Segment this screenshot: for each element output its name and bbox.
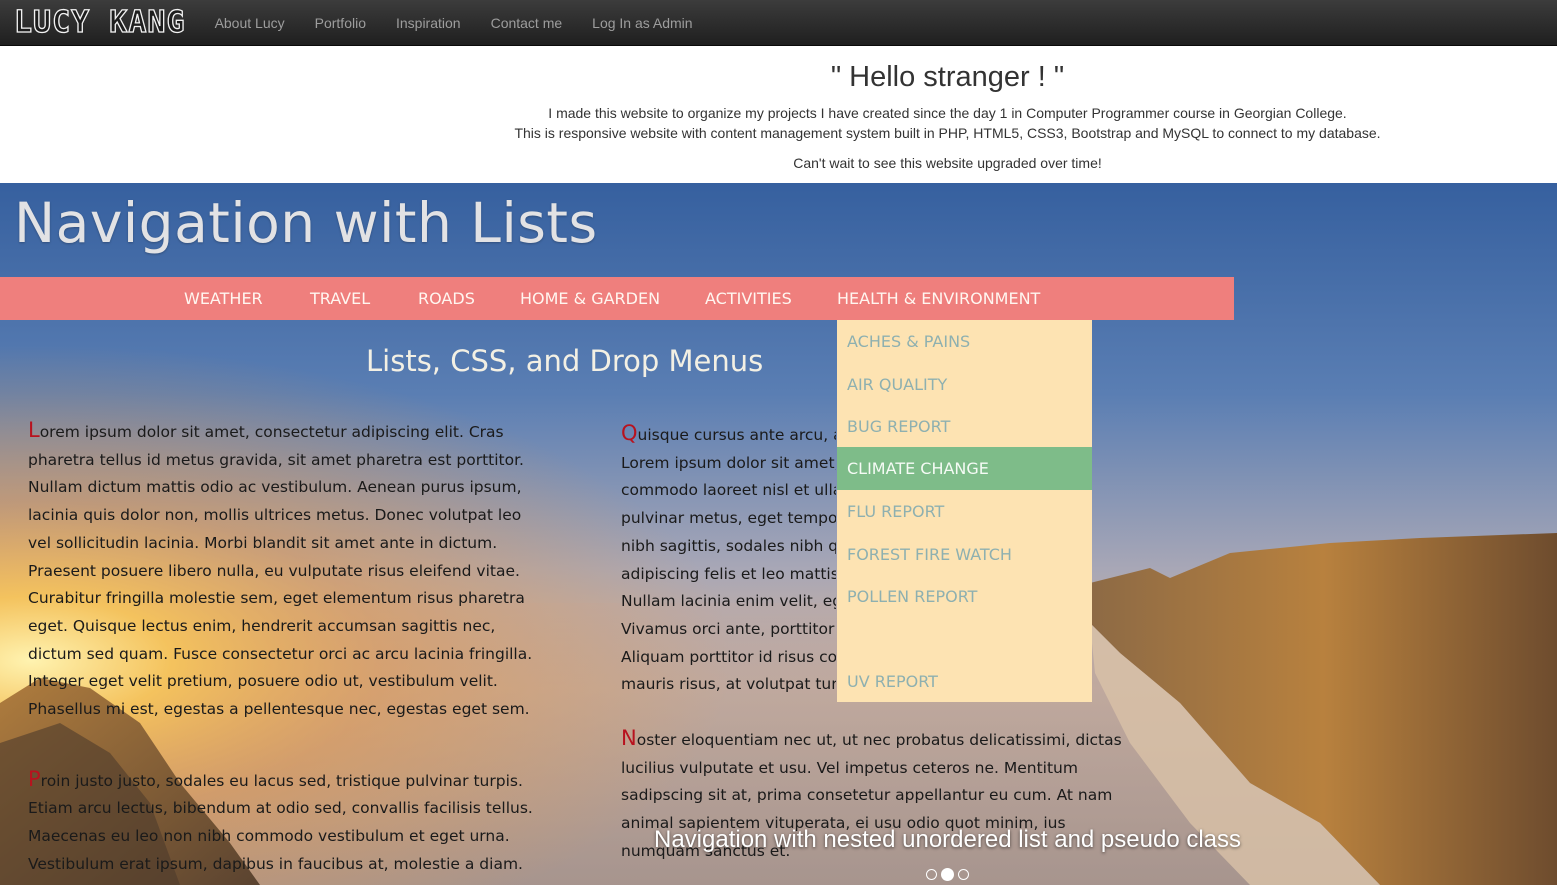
text-column-left: Lorem ipsum dolor sit amet, consectetur … — [28, 417, 533, 885]
nav-link-contact[interactable]: Contact me — [476, 0, 578, 46]
paragraph-proin: Proin justo justo, sodales eu lacus sed,… — [28, 766, 533, 879]
dropdown-item-pollen-report[interactable]: POLLEN REPORT — [837, 575, 1092, 618]
dropdown-item-aches-pains[interactable]: ACHES & PAINS — [837, 320, 1092, 363]
dropdown-item-uv-report[interactable]: UV REPORT — [837, 660, 1092, 703]
dropdown-item-climate-change[interactable]: CLIMATE CHANGE — [837, 447, 1092, 490]
menu-item-health-environment[interactable]: HEALTH & ENVIRONMENT — [837, 277, 1040, 320]
menu-item-roads[interactable]: ROADS — [418, 277, 475, 320]
carousel[interactable]: Navigation with Lists WEATHER TRAVEL ROA… — [0, 183, 1557, 885]
text-line: orem ipsum dolor sit amet, consectetur a… — [39, 423, 504, 441]
carousel-indicator-active[interactable] — [941, 868, 954, 881]
top-navbar: LUCY KANG About Lucy Portfolio Inspirati… — [0, 0, 1557, 46]
carousel-indicator[interactable] — [958, 869, 969, 880]
text-line: Nullam lacinia enim velit, ege — [621, 592, 836, 611]
intro-line-3: Can't wait to see this website upgraded … — [793, 155, 1102, 171]
drop-cap: P — [28, 766, 41, 791]
text-line: eget. Quisque lectus enim, hendrerit acc… — [28, 616, 496, 635]
nav-link-admin-login[interactable]: Log In as Admin — [577, 0, 707, 46]
paragraph-lorem: Lorem ipsum dolor sit amet, consectetur … — [28, 417, 533, 724]
intro-section: " Hello stranger ! " I made this website… — [340, 46, 1555, 173]
text-line: Lorem ipsum dolor sit amet, — [621, 453, 836, 472]
demo-menubar: WEATHER TRAVEL ROADS HOME & GARDEN ACTIV… — [0, 277, 1234, 320]
slide-title: Navigation with Lists — [14, 191, 598, 255]
text-line: adipiscing felis et leo mattis, — [621, 564, 836, 583]
text-line: Etiam arcu lectus, bibendum at odio sed,… — [28, 799, 533, 818]
text-line: roin justo justo, sodales eu lacus sed, … — [40, 771, 523, 790]
brand-logo[interactable]: LUCY KANG — [13, 0, 186, 46]
carousel-indicators — [926, 868, 969, 881]
carousel-caption: Navigation with nested unordered list an… — [653, 826, 1242, 853]
dropdown-item-forest-fire-watch[interactable]: FOREST FIRE WATCH — [837, 533, 1092, 576]
nav-link-inspiration[interactable]: Inspiration — [381, 0, 476, 46]
text-line: lucilius vulputate et usu. Vel impetus c… — [621, 758, 1078, 777]
intro-heading: " Hello stranger ! " — [830, 61, 1065, 93]
menu-item-activities[interactable]: ACTIVITIES — [705, 277, 792, 320]
text-column-right-top: Quisque cursus ante arcu, ac Lorem ipsum… — [621, 420, 836, 699]
menu-item-travel[interactable]: TRAVEL — [310, 277, 370, 320]
text-line: Curabitur fringilla molestie sem, eget e… — [28, 589, 525, 608]
text-line: Praesent posuere libero nulla, eu vulput… — [28, 561, 520, 580]
drop-cap: Q — [621, 421, 638, 445]
text-line: sadipscing sit at, prima consetetur appe… — [621, 786, 1113, 805]
slide-subheading: Lists, CSS, and Drop Menus — [366, 344, 764, 378]
text-line: mauris risus, at volutpat turp — [621, 675, 836, 694]
text-line: pharetra tellus id metus gravida, sit am… — [28, 450, 524, 469]
text-line: Phasellus mi est, egestas a pellentesque… — [28, 700, 530, 719]
text-line: nibh sagittis, sodales nibh qu — [621, 536, 836, 555]
menu-item-home-garden[interactable]: HOME & GARDEN — [520, 277, 660, 320]
text-line: Vestibulum erat ipsum, dapibus in faucib… — [28, 854, 523, 873]
intro-line-2: This is responsive website with content … — [514, 125, 1381, 141]
text-line: uisque cursus ante arcu, ac — [637, 426, 836, 444]
menu-item-weather[interactable]: WEATHER — [184, 277, 263, 320]
carousel-indicator[interactable] — [926, 869, 937, 880]
text-line: dictum sed quam. Fusce consectetur orci … — [28, 644, 533, 663]
dropdown-menu: ACHES & PAINS AIR QUALITY BUG REPORT CLI… — [837, 320, 1092, 702]
text-line: Integer eget velit pretium, posuere odio… — [28, 672, 498, 691]
nav-link-portfolio[interactable]: Portfolio — [300, 0, 381, 46]
dropdown-item-flu-report[interactable]: FLU REPORT — [837, 490, 1092, 533]
text-line: vel sollicitudin lacinia. Morbi blandit … — [28, 533, 498, 552]
drop-cap: N — [621, 726, 637, 750]
nav-link-about[interactable]: About Lucy — [200, 0, 300, 46]
dropdown-item-air-quality[interactable]: AIR QUALITY — [837, 363, 1092, 406]
text-line: oster eloquentiam nec ut, ut nec probatu… — [636, 731, 1122, 749]
text-line: Aliquam porttitor id risus cor — [621, 647, 836, 666]
text-line: lacinia quis dolor non, mollis ultrices … — [28, 506, 522, 525]
intro-line-1: I made this website to organize my proje… — [548, 105, 1347, 121]
text-line: pulvinar metus, eget tempor — [621, 509, 836, 528]
drop-cap: L — [28, 418, 40, 442]
text-line: Nullam dictum mattis odio ac vestibulum.… — [28, 478, 522, 497]
dropdown-item-bug-report[interactable]: BUG REPORT — [837, 405, 1092, 448]
text-line: commodo laoreet nisl et ulla — [621, 481, 836, 500]
text-line: Vivamus orci ante, porttitor u — [621, 619, 836, 638]
